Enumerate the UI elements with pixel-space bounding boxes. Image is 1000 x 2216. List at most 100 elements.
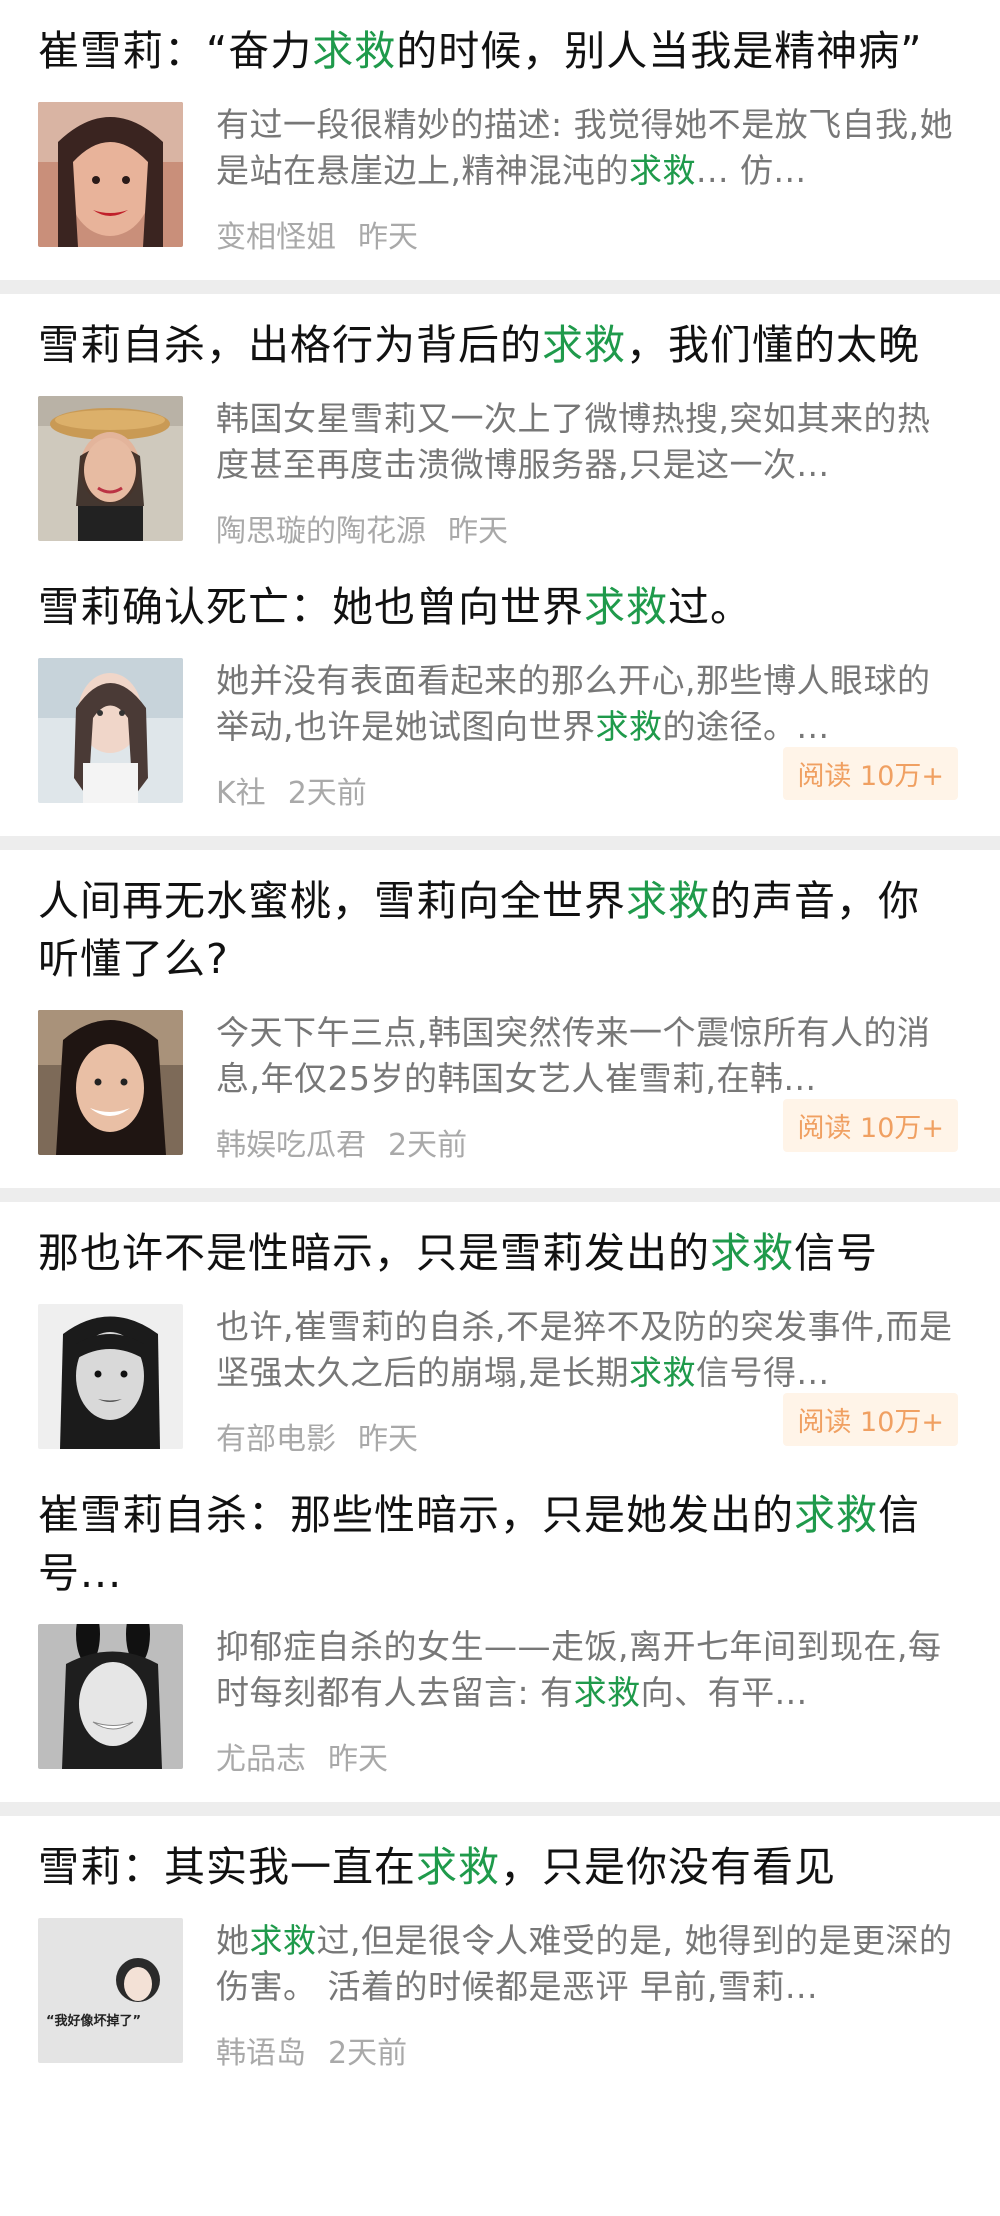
text-run: 那也许不是性暗示，只是雪莉发出的 [38, 1229, 710, 1277]
article-body: 韩国女星雪莉又一次上了微博热搜,突如其来的热度甚至再度击溃微博服务器,只是这一次… [38, 396, 958, 556]
article-thumbnail[interactable] [38, 1304, 183, 1449]
article-source[interactable]: 韩语岛 [216, 2028, 306, 2072]
read-count-badge: 阅读 10万+ [783, 1393, 958, 1446]
article-title[interactable]: 崔雪莉自杀：那些性暗示，只是她发出的求救信号... [38, 1464, 958, 1602]
text-run: 人间再无水蜜桃，雪莉向全世界 [38, 877, 626, 925]
article-card[interactable]: 雪莉确认死亡：她也曾向世界求救过。 她并没有表面看起来的那么开心,那些博人眼球的举… [0, 556, 1000, 818]
article-info: 今天下午三点,韩国突然传来一个震惊所有人的消息,年仅25岁的韩国女艺人崔雪莉,在… [216, 1010, 958, 1170]
article-card[interactable]: 人间再无水蜜桃，雪莉向全世界求救的声音，你听懂了么? 今天下午三点,韩国突然传来一… [0, 850, 1000, 1170]
article-thumbnail[interactable]: “我好像坏掉了” [38, 1918, 183, 2063]
article-body: 今天下午三点,韩国突然传来一个震惊所有人的消息,年仅25岁的韩国女艺人崔雪莉,在… [38, 1010, 958, 1170]
article-thumbnail[interactable] [38, 1010, 183, 1155]
article-excerpt: 也许,崔雪莉的自杀,不是猝不及防的突发事件,而是坚强太久之后的崩塌,是长期求救信… [216, 1304, 958, 1396]
article-info: 有过一段很精妙的描述: 我觉得她不是放飞自我,她是站在悬崖边上,精神混沌的求救.… [216, 102, 958, 262]
article-body: 抑郁症自杀的女生——走饭,离开七年间到现在,每时每刻都有人去留言: 有求救向、有… [38, 1624, 958, 1784]
article-time: 昨天 [328, 1742, 388, 1777]
article-time: 昨天 [358, 1422, 418, 1457]
text-run: 过,但是很令人难受的是, 她得到的是更深的伤害。 活着的时候都是恶评 早前,雪莉… [216, 1921, 953, 2006]
text-run: 的时候，别人当我是精神病” [396, 27, 923, 75]
article-thumbnail[interactable] [38, 658, 183, 803]
keyword-highlight: 求救 [573, 1673, 641, 1712]
article-title[interactable]: 雪莉：其实我一直在求救，只是你没有看见 [38, 1816, 958, 1896]
article-time: 2天前 [388, 1128, 468, 1163]
article-title[interactable]: 崔雪莉：“奋力求救的时候，别人当我是精神病” [38, 0, 958, 80]
article-meta: 韩语岛 2天前 [216, 2028, 958, 2072]
section-divider [0, 1188, 1000, 1202]
article-source[interactable]: 变相怪姐 [216, 212, 336, 256]
text-run: 雪莉自杀，出格行为背后的 [38, 321, 542, 369]
article-excerpt: 她求救过,但是很令人难受的是, 她得到的是更深的伤害。 活着的时候都是恶评 早前… [216, 1918, 958, 2010]
article-card[interactable]: 雪莉自杀，出格行为背后的求救，我们懂的太晚韩国女星雪莉又一次上了微博热搜,突如其… [0, 294, 1000, 556]
keyword-highlight: 求救 [249, 1921, 317, 1960]
article-card[interactable]: 崔雪莉自杀：那些性暗示，只是她发出的求救信号... 抑郁症自杀的女生——走饭,离开… [0, 1464, 1000, 1784]
section-divider [0, 280, 1000, 294]
article-body: 有过一段很精妙的描述: 我觉得她不是放飞自我,她是站在悬崖边上,精神混沌的求救.… [38, 102, 958, 262]
article-excerpt: 有过一段很精妙的描述: 我觉得她不是放飞自我,她是站在悬崖边上,精神混沌的求救.… [216, 102, 958, 194]
article-body: 她并没有表面看起来的那么开心,那些博人眼球的举动,也许是她试图向世界求救的途径。… [38, 658, 958, 818]
article-excerpt: 她并没有表面看起来的那么开心,那些博人眼球的举动,也许是她试图向世界求救的途径。… [216, 658, 958, 750]
article-thumbnail[interactable] [38, 1624, 183, 1769]
article-time: 2天前 [328, 2036, 408, 2071]
keyword-highlight: 求救 [542, 321, 626, 369]
article-info: 她并没有表面看起来的那么开心,那些博人眼球的举动,也许是她试图向世界求救的途径。… [216, 658, 958, 818]
keyword-highlight: 求救 [629, 1353, 696, 1392]
read-count-badge: 阅读 10万+ [783, 747, 958, 800]
text-run: ，只是你没有看见 [500, 1843, 836, 1891]
keyword-highlight: 求救 [416, 1843, 500, 1891]
article-card[interactable]: 崔雪莉：“奋力求救的时候，别人当我是精神病” 有过一段很精妙的描述: 我觉得她不是… [0, 0, 1000, 262]
article-title[interactable]: 雪莉确认死亡：她也曾向世界求救过。 [38, 556, 958, 636]
text-run: 今天下午三点,韩国突然传来一个震惊所有人的消息,年仅25岁的韩国女艺人崔雪莉,在… [216, 1013, 931, 1098]
article-excerpt: 抑郁症自杀的女生——走饭,离开七年间到现在,每时每刻都有人去留言: 有求救向、有… [216, 1624, 958, 1716]
article-info: 韩国女星雪莉又一次上了微博热搜,突如其来的热度甚至再度击溃微博服务器,只是这一次… [216, 396, 958, 556]
article-card[interactable]: 雪莉：其实我一直在求救，只是你没有看见 “我好像坏掉了” 她求救过,但是很令人难受的… [0, 1816, 1000, 2078]
article-source[interactable]: K社 [216, 768, 266, 812]
article-meta: 尤品志 昨天 [216, 1734, 958, 1778]
article-title[interactable]: 人间再无水蜜桃，雪莉向全世界求救的声音，你听懂了么? [38, 850, 958, 988]
article-time: 昨天 [448, 514, 508, 549]
text-run: ，我们懂的太晚 [626, 321, 920, 369]
article-title[interactable]: 雪莉自杀，出格行为背后的求救，我们懂的太晚 [38, 294, 958, 374]
text-run: 向、有平... [640, 1673, 808, 1712]
article-thumbnail[interactable] [38, 102, 183, 247]
article-source[interactable]: 韩娱吃瓜君 [216, 1120, 366, 1164]
article-source[interactable]: 有部电影 [216, 1414, 336, 1458]
article-source[interactable]: 陶思璇的陶花源 [216, 506, 426, 550]
article-body: 也许,崔雪莉的自杀,不是猝不及防的突发事件,而是坚强太久之后的崩塌,是长期求救信… [38, 1304, 958, 1464]
article-time: 昨天 [358, 220, 418, 255]
article-thumbnail[interactable] [38, 396, 183, 541]
article-title[interactable]: 那也许不是性暗示，只是雪莉发出的求救信号 [38, 1202, 958, 1282]
article-meta: 陶思璇的陶花源 昨天 [216, 506, 958, 550]
article-excerpt: 韩国女星雪莉又一次上了微博热搜,突如其来的热度甚至再度击溃微博服务器,只是这一次… [216, 396, 958, 488]
text-run: 的途径。... [662, 707, 830, 746]
article-info: 抑郁症自杀的女生——走饭,离开七年间到现在,每时每刻都有人去留言: 有求救向、有… [216, 1624, 958, 1784]
text-run: 信号 [794, 1229, 878, 1277]
text-run: 过。 [668, 583, 752, 631]
text-run: 雪莉：其实我一直在 [38, 1843, 416, 1891]
keyword-highlight: 求救 [584, 583, 668, 631]
keyword-highlight: 求救 [710, 1229, 794, 1277]
text-run: 崔雪莉：“奋力 [38, 27, 313, 75]
text-run: 雪莉确认死亡：她也曾向世界 [38, 583, 584, 631]
text-run: 韩国女星雪莉又一次上了微博热搜,突如其来的热度甚至再度击溃微博服务器,只是这一次… [216, 399, 931, 484]
read-count-badge: 阅读 10万+ [783, 1099, 958, 1152]
article-info: 也许,崔雪莉的自杀,不是猝不及防的突发事件,而是坚强太久之后的崩塌,是长期求救信… [216, 1304, 958, 1464]
keyword-highlight: 求救 [629, 151, 696, 190]
article-feed: 崔雪莉：“奋力求救的时候，别人当我是精神病” 有过一段很精妙的描述: 我觉得她不是… [0, 0, 1000, 2078]
thumbnail-caption: “我好像坏掉了” [46, 2014, 142, 2029]
article-card[interactable]: 那也许不是性暗示，只是雪莉发出的求救信号 也许,崔雪莉的自杀,不是猝不及防的突发事… [0, 1202, 1000, 1464]
article-excerpt: 今天下午三点,韩国突然传来一个震惊所有人的消息,年仅25岁的韩国女艺人崔雪莉,在… [216, 1010, 958, 1102]
article-source[interactable]: 尤品志 [216, 1734, 306, 1778]
keyword-highlight: 求救 [626, 877, 710, 925]
text-run: 有过一段很精妙的描述: 我觉得她不是放飞自我,她是站在悬崖边上,精神混沌的 [216, 105, 954, 190]
keyword-highlight: 求救 [595, 707, 663, 746]
text-run: 也许,崔雪莉的自杀,不是猝不及防的突发事件,而是坚强太久之后的崩塌,是长期 [216, 1307, 953, 1392]
text-run: 她 [216, 1921, 250, 1960]
article-body: “我好像坏掉了” 她求救过,但是很令人难受的是, 她得到的是更深的伤害。 活着的时… [38, 1918, 958, 2078]
text-run: ... 仿... [696, 151, 807, 190]
keyword-highlight: 求救 [794, 1491, 878, 1539]
section-divider [0, 836, 1000, 850]
article-time: 2天前 [287, 776, 367, 811]
